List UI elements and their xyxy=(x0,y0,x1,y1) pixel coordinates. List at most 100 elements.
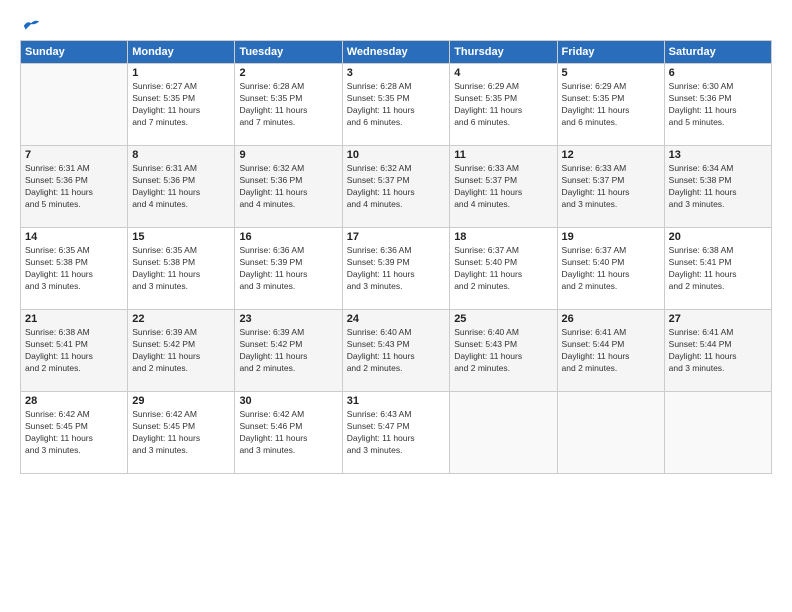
calendar-cell: 26 Sunrise: 6:41 AM Sunset: 5:44 PM Dayli… xyxy=(557,310,664,392)
calendar-cell: 11Sunrise: 6:33 AM Sunset: 5:37 PM Dayli… xyxy=(450,146,557,228)
calendar-cell: 31Sunrise: 6:43 AM Sunset: 5:47 PM Dayli… xyxy=(342,392,449,474)
day-number: 10 xyxy=(347,149,445,161)
weekday-header-wednesday: Wednesday xyxy=(342,41,449,64)
calendar-week-row: 7 Sunrise: 6:31 AM Sunset: 5:36 PM Daylig… xyxy=(21,146,772,228)
day-info: Sunrise: 6:39 AM Sunset: 5:42 PM Dayligh… xyxy=(132,327,230,375)
calendar-cell xyxy=(21,64,128,146)
calendar-week-row: 21 Sunrise: 6:38 AM Sunset: 5:41 PM Dayli… xyxy=(21,310,772,392)
calendar-week-row: 1 Sunrise: 6:27 AM Sunset: 5:35 PM Daylig… xyxy=(21,64,772,146)
day-number: 12 xyxy=(562,149,660,161)
calendar-cell: 20 Sunrise: 6:38 AM Sunset: 5:41 PM Dayli… xyxy=(664,228,771,310)
calendar-cell: 28 Sunrise: 6:42 AM Sunset: 5:45 PM Dayli… xyxy=(21,392,128,474)
calendar-cell xyxy=(557,392,664,474)
day-number: 5 xyxy=(562,67,660,79)
day-number: 31 xyxy=(347,395,445,407)
day-number: 14 xyxy=(25,231,123,243)
day-info: Sunrise: 6:41 AM Sunset: 5:44 PM Dayligh… xyxy=(669,327,767,375)
calendar-cell: 5 Sunrise: 6:29 AM Sunset: 5:35 PM Daylig… xyxy=(557,64,664,146)
day-info: Sunrise: 6:40 AM Sunset: 5:43 PM Dayligh… xyxy=(454,327,552,375)
calendar-table: SundayMondayTuesdayWednesdayThursdayFrid… xyxy=(20,40,772,474)
weekday-header-tuesday: Tuesday xyxy=(235,41,342,64)
day-number: 30 xyxy=(239,395,337,407)
day-info: Sunrise: 6:42 AM Sunset: 5:45 PM Dayligh… xyxy=(25,409,123,457)
day-number: 22 xyxy=(132,313,230,325)
calendar-cell: 16 Sunrise: 6:36 AM Sunset: 5:39 PM Dayli… xyxy=(235,228,342,310)
day-info: Sunrise: 6:28 AM Sunset: 5:35 PM Dayligh… xyxy=(347,81,445,129)
day-info: Sunrise: 6:33 AM Sunset: 5:37 PM Dayligh… xyxy=(562,163,660,211)
calendar-cell: 10Sunrise: 6:32 AM Sunset: 5:37 PM Dayli… xyxy=(342,146,449,228)
calendar-cell xyxy=(664,392,771,474)
day-number: 19 xyxy=(562,231,660,243)
day-number: 28 xyxy=(25,395,123,407)
header xyxy=(20,18,772,32)
day-info: Sunrise: 6:42 AM Sunset: 5:46 PM Dayligh… xyxy=(239,409,337,457)
calendar-cell: 4Sunrise: 6:29 AM Sunset: 5:35 PM Daylig… xyxy=(450,64,557,146)
calendar-cell: 1 Sunrise: 6:27 AM Sunset: 5:35 PM Daylig… xyxy=(128,64,235,146)
day-number: 7 xyxy=(25,149,123,161)
day-number: 20 xyxy=(669,231,767,243)
day-number: 29 xyxy=(132,395,230,407)
calendar-cell: 21 Sunrise: 6:38 AM Sunset: 5:41 PM Dayli… xyxy=(21,310,128,392)
day-info: Sunrise: 6:31 AM Sunset: 5:36 PM Dayligh… xyxy=(132,163,230,211)
day-number: 16 xyxy=(239,231,337,243)
weekday-header-sunday: Sunday xyxy=(21,41,128,64)
calendar-week-row: 14 Sunrise: 6:35 AM Sunset: 5:38 PM Dayli… xyxy=(21,228,772,310)
day-number: 25 xyxy=(454,313,552,325)
calendar-cell: 19 Sunrise: 6:37 AM Sunset: 5:40 PM Dayli… xyxy=(557,228,664,310)
day-info: Sunrise: 6:30 AM Sunset: 5:36 PM Dayligh… xyxy=(669,81,767,129)
day-number: 1 xyxy=(132,67,230,79)
day-number: 18 xyxy=(454,231,552,243)
logo xyxy=(20,18,40,32)
calendar-cell: 8Sunrise: 6:31 AM Sunset: 5:36 PM Daylig… xyxy=(128,146,235,228)
day-info: Sunrise: 6:35 AM Sunset: 5:38 PM Dayligh… xyxy=(132,245,230,293)
day-number: 6 xyxy=(669,67,767,79)
day-info: Sunrise: 6:29 AM Sunset: 5:35 PM Dayligh… xyxy=(454,81,552,129)
day-number: 24 xyxy=(347,313,445,325)
calendar-cell: 27 Sunrise: 6:41 AM Sunset: 5:44 PM Dayli… xyxy=(664,310,771,392)
logo-text xyxy=(20,18,40,32)
calendar-cell: 18 Sunrise: 6:37 AM Sunset: 5:40 PM Dayli… xyxy=(450,228,557,310)
calendar-cell: 9 Sunrise: 6:32 AM Sunset: 5:36 PM Daylig… xyxy=(235,146,342,228)
day-info: Sunrise: 6:41 AM Sunset: 5:44 PM Dayligh… xyxy=(562,327,660,375)
day-info: Sunrise: 6:42 AM Sunset: 5:45 PM Dayligh… xyxy=(132,409,230,457)
day-info: Sunrise: 6:36 AM Sunset: 5:39 PM Dayligh… xyxy=(347,245,445,293)
day-info: Sunrise: 6:29 AM Sunset: 5:35 PM Dayligh… xyxy=(562,81,660,129)
day-info: Sunrise: 6:38 AM Sunset: 5:41 PM Dayligh… xyxy=(669,245,767,293)
day-info: Sunrise: 6:38 AM Sunset: 5:41 PM Dayligh… xyxy=(25,327,123,375)
day-number: 21 xyxy=(25,313,123,325)
day-number: 17 xyxy=(347,231,445,243)
calendar-cell: 22 Sunrise: 6:39 AM Sunset: 5:42 PM Dayli… xyxy=(128,310,235,392)
day-info: Sunrise: 6:27 AM Sunset: 5:35 PM Dayligh… xyxy=(132,81,230,129)
calendar-cell: 3 Sunrise: 6:28 AM Sunset: 5:35 PM Daylig… xyxy=(342,64,449,146)
calendar-week-row: 28 Sunrise: 6:42 AM Sunset: 5:45 PM Dayli… xyxy=(21,392,772,474)
day-number: 13 xyxy=(669,149,767,161)
day-number: 15 xyxy=(132,231,230,243)
calendar-cell: 14 Sunrise: 6:35 AM Sunset: 5:38 PM Dayli… xyxy=(21,228,128,310)
day-info: Sunrise: 6:37 AM Sunset: 5:40 PM Dayligh… xyxy=(562,245,660,293)
day-info: Sunrise: 6:34 AM Sunset: 5:38 PM Dayligh… xyxy=(669,163,767,211)
logo-bird-icon xyxy=(22,18,40,32)
weekday-header-row: SundayMondayTuesdayWednesdayThursdayFrid… xyxy=(21,41,772,64)
day-number: 3 xyxy=(347,67,445,79)
day-number: 26 xyxy=(562,313,660,325)
day-number: 23 xyxy=(239,313,337,325)
day-info: Sunrise: 6:28 AM Sunset: 5:35 PM Dayligh… xyxy=(239,81,337,129)
weekday-header-saturday: Saturday xyxy=(664,41,771,64)
weekday-header-thursday: Thursday xyxy=(450,41,557,64)
day-info: Sunrise: 6:37 AM Sunset: 5:40 PM Dayligh… xyxy=(454,245,552,293)
calendar-cell: 23Sunrise: 6:39 AM Sunset: 5:42 PM Dayli… xyxy=(235,310,342,392)
calendar-cell: 2Sunrise: 6:28 AM Sunset: 5:35 PM Daylig… xyxy=(235,64,342,146)
day-info: Sunrise: 6:36 AM Sunset: 5:39 PM Dayligh… xyxy=(239,245,337,293)
day-info: Sunrise: 6:35 AM Sunset: 5:38 PM Dayligh… xyxy=(25,245,123,293)
day-info: Sunrise: 6:32 AM Sunset: 5:36 PM Dayligh… xyxy=(239,163,337,211)
day-number: 9 xyxy=(239,149,337,161)
calendar-cell: 29 Sunrise: 6:42 AM Sunset: 5:45 PM Dayli… xyxy=(128,392,235,474)
calendar-cell: 30 Sunrise: 6:42 AM Sunset: 5:46 PM Dayli… xyxy=(235,392,342,474)
calendar-cell: 6 Sunrise: 6:30 AM Sunset: 5:36 PM Daylig… xyxy=(664,64,771,146)
page: SundayMondayTuesdayWednesdayThursdayFrid… xyxy=(0,0,792,612)
calendar-cell: 25 Sunrise: 6:40 AM Sunset: 5:43 PM Dayli… xyxy=(450,310,557,392)
day-number: 11 xyxy=(454,149,552,161)
day-number: 27 xyxy=(669,313,767,325)
calendar-cell: 7 Sunrise: 6:31 AM Sunset: 5:36 PM Daylig… xyxy=(21,146,128,228)
day-info: Sunrise: 6:31 AM Sunset: 5:36 PM Dayligh… xyxy=(25,163,123,211)
